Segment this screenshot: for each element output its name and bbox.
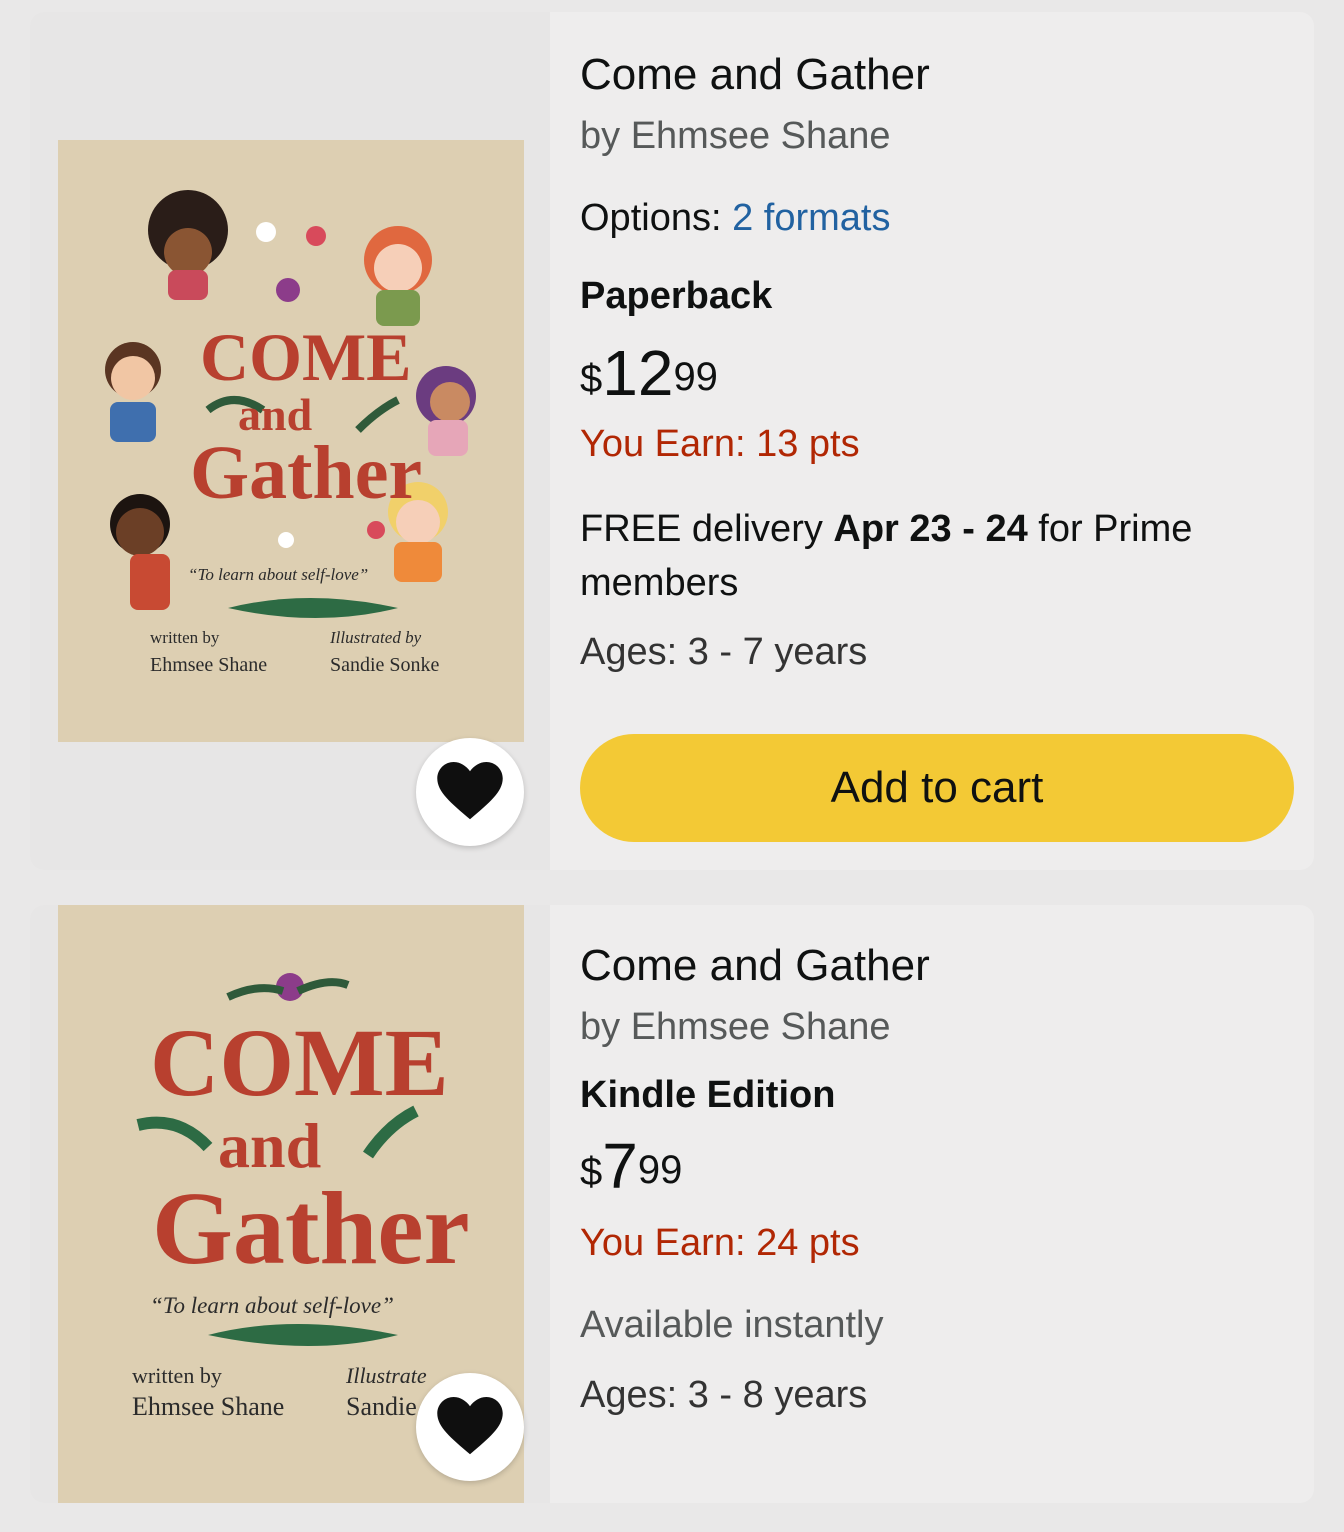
product-author[interactable]: by Ehmsee Shane <box>580 1003 891 1051</box>
cover-tagline: “To learn about self-love” <box>150 1293 394 1318</box>
cover-illustrated-by-label: Illustrated by <box>329 628 422 647</box>
format-label: Paperback <box>580 275 773 317</box>
age-range: Ages: 3 - 7 years <box>580 631 868 673</box>
product-title[interactable]: Come and Gather <box>580 939 930 993</box>
price-symbol: $ <box>580 1150 603 1194</box>
favorite-button[interactable] <box>416 1373 524 1481</box>
favorite-button[interactable] <box>416 738 524 846</box>
delivery-suffix: for Prime <box>1027 508 1193 550</box>
cover-title-line3: Gather <box>152 1171 470 1286</box>
cover-illustration: COME and Gather “To learn about self-lov… <box>58 140 524 742</box>
product-card-paperback[interactable]: COME and Gather “To learn about self-lov… <box>30 12 1314 870</box>
earn-points: You Earn: 13 pts <box>580 423 860 465</box>
cover-author: Ehmsee Shane <box>132 1392 284 1421</box>
cover-tagline: “To learn about self-love” <box>188 565 368 584</box>
formats-link[interactable]: 2 formats <box>732 197 890 239</box>
earn-points: You Earn: 24 pts <box>580 1222 860 1264</box>
cover-written-by-label: written by <box>150 628 220 647</box>
availability: Available instantly <box>580 1304 884 1346</box>
product-author[interactable]: by Ehmsee Shane <box>580 112 891 160</box>
heart-icon <box>437 1397 503 1455</box>
price-fraction: 99 <box>673 355 718 399</box>
cover-author: Ehmsee Shane <box>150 654 267 676</box>
product-image-area[interactable]: COME and Gather “To learn about self-lov… <box>30 905 550 1503</box>
cover-illustrated-by-label: Illustrate <box>345 1363 427 1388</box>
product-card-kindle[interactable]: COME and Gather “To learn about self-lov… <box>30 905 1314 1503</box>
cover-illustrator: Sandie Sonke <box>330 654 440 676</box>
cover-title-line3: Gather <box>190 431 422 515</box>
delivery-info: FREE delivery Apr 23 - 24 for Prime memb… <box>580 502 1192 610</box>
delivery-dates: Apr 23 - 24 <box>833 508 1028 550</box>
price: $ 7 99 <box>580 1131 682 1207</box>
price-whole: 7 <box>602 1130 638 1202</box>
add-to-cart-button[interactable]: Add to cart <box>580 734 1294 842</box>
product-title[interactable]: Come and Gather <box>580 48 930 102</box>
age-range: Ages: 3 - 8 years <box>580 1374 868 1416</box>
price-symbol: $ <box>580 357 603 401</box>
format-label: Kindle Edition <box>580 1074 836 1116</box>
options-label: Options: <box>580 197 722 239</box>
options-row: Options: 2 formats <box>580 194 890 242</box>
cover-title-line1: COME <box>200 319 412 395</box>
cover-illustrator: Sandie <box>346 1392 417 1421</box>
cover-title-line1: COME <box>150 1009 449 1116</box>
heart-icon <box>437 762 503 820</box>
price: $ 12 99 <box>580 338 718 414</box>
price-fraction: 99 <box>637 1148 683 1192</box>
delivery-prefix: FREE delivery <box>580 508 834 550</box>
cover-written-by-label: written by <box>132 1363 222 1388</box>
delivery-line2: members <box>580 562 739 604</box>
product-image-area[interactable]: COME and Gather “To learn about self-lov… <box>30 12 550 870</box>
book-cover-image[interactable]: COME and Gather “To learn about self-lov… <box>58 140 524 742</box>
price-whole: 12 <box>602 337 674 409</box>
